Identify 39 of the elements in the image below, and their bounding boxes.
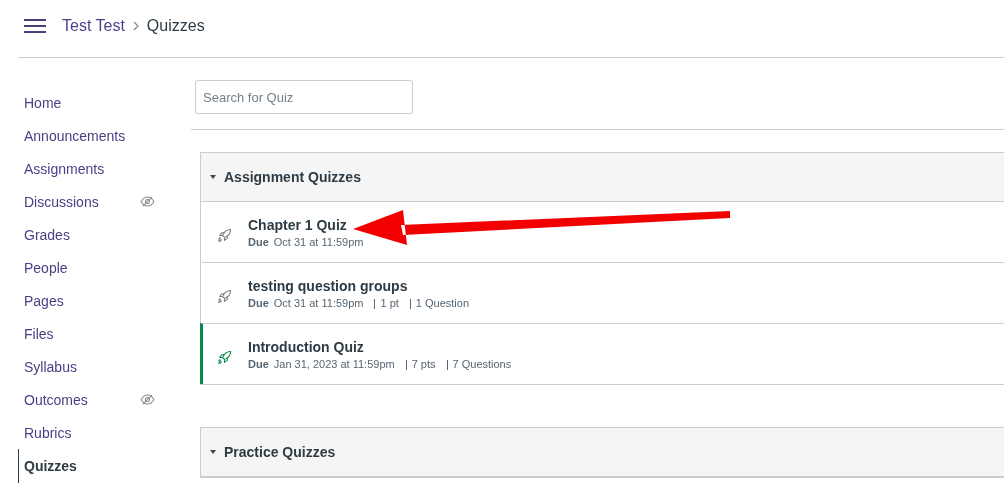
nav-link[interactable]: Files <box>0 323 54 344</box>
quiz-title-link[interactable]: Chapter 1 Quiz <box>248 217 347 233</box>
due-date: Oct 31 at 11:59pm <box>273 297 364 309</box>
question-count: 1 Question <box>415 297 470 309</box>
due-label: Due <box>248 358 269 370</box>
due-date: Jan 31, 2023 at 11:59pm <box>273 358 395 370</box>
breadcrumb-link[interactable]: Quizzes <box>146 16 205 35</box>
nav-link[interactable]: Grades <box>0 224 70 245</box>
quiz-title-link[interactable]: testing question groups <box>248 278 408 294</box>
nav-link[interactable]: Quizzes <box>18 448 77 483</box>
points-text: 7 pts <box>411 358 436 370</box>
quiz-row[interactable]: testing question groups Due Oct 31 at 11:59pm 1 pt 1 Question <box>200 262 1004 323</box>
nav-link[interactable]: People <box>0 257 68 278</box>
breadcrumb-link[interactable]: Test Test <box>62 16 125 35</box>
chevron-icon <box>132 20 139 31</box>
due-date: Oct 31 at 11:59pm <box>273 236 364 248</box>
due-label: Due <box>248 297 269 309</box>
quiz-row[interactable]: Introduction Quiz Due Jan 31, 2023 at 11:59pm 7 pts 7 Questions <box>200 323 1004 384</box>
points-text: 1 pt <box>380 297 399 309</box>
nav-link[interactable]: Assignments <box>0 158 105 179</box>
search-field[interactable]: Search for Quiz <box>195 80 413 114</box>
rocket-icon <box>217 288 232 304</box>
group-header[interactable]: Assignment Quizzes <box>201 153 1004 201</box>
group-title: Practice Quizzes <box>224 444 336 460</box>
menu-icon[interactable] <box>24 18 46 33</box>
rocket-icon <box>217 349 232 365</box>
nav-link[interactable]: Outcomes <box>0 389 88 410</box>
nav-link[interactable]: Syllabus <box>0 356 77 377</box>
group-header[interactable]: Practice Quizzes <box>201 428 1004 476</box>
nav-link[interactable]: Announcements <box>0 125 126 146</box>
nav-link[interactable]: Rubrics <box>0 422 72 443</box>
rocket-icon <box>217 227 232 243</box>
nav-link[interactable]: Pages <box>0 290 64 311</box>
nav-link[interactable]: Discussions <box>0 191 99 212</box>
question-count: 7 Questions <box>452 358 512 370</box>
group-title: Assignment Quizzes <box>224 169 361 185</box>
quiz-title-link[interactable]: Introduction Quiz <box>248 339 364 355</box>
nav-link[interactable]: Home <box>0 92 62 113</box>
due-label: Due <box>248 236 269 248</box>
